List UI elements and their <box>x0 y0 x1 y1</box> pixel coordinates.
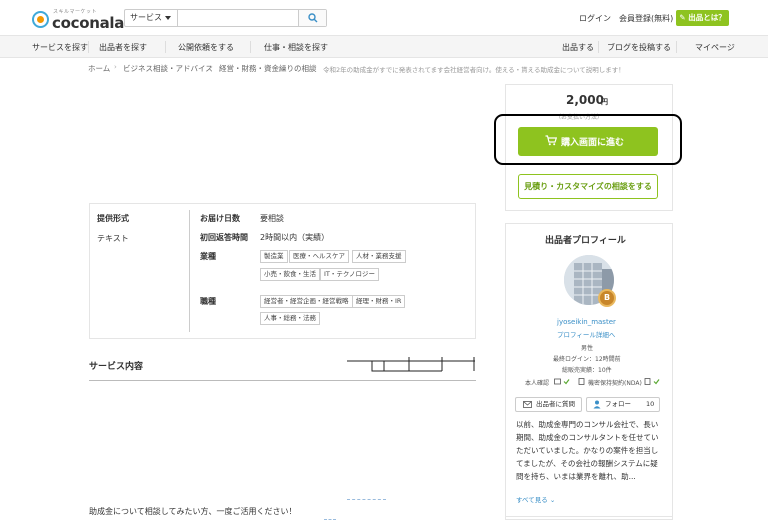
breadcrumb-current: 令和2年の助成金がすでに発表されてます会社経営者向け。使える・貰える助成金につい… <box>323 66 625 74</box>
register-link[interactable]: 会員登録(無料) <box>619 13 673 24</box>
identity-verified-label: 本人確認 <box>525 380 550 387</box>
image-fragment <box>347 496 386 500</box>
search-input[interactable] <box>179 10 299 26</box>
industry-tag[interactable]: 人材・業務支援 <box>352 250 406 263</box>
job-tag[interactable]: 経営者・経営企画・経営戦略 <box>260 295 353 308</box>
ask-seller-label: 出品者に質問 <box>536 400 575 408</box>
chevron-down-icon: ⌄ <box>549 496 556 504</box>
format-value: テキスト <box>97 234 129 243</box>
price-value: 2,000 <box>566 93 604 107</box>
profile-detail-link[interactable]: プロフィール詳細へ <box>557 329 615 339</box>
delivery-label: お届け日数 <box>200 214 240 223</box>
industry-tag[interactable]: 小売・飲食・生活 <box>260 268 320 281</box>
seller-last-login: 最終ログイン：12時間前 <box>553 356 621 363</box>
what-is-selling-label: 出品とは？ <box>688 13 726 22</box>
nav-divider <box>250 41 251 53</box>
search-icon <box>308 13 318 23</box>
job-tag[interactable]: 経理・財務・IR <box>352 295 406 308</box>
breadcrumb-subcategory[interactable]: 経営・財務・資金繰りの相談 <box>219 63 317 74</box>
see-all-label: すべて見る <box>516 496 548 504</box>
job-label: 職種 <box>200 297 216 306</box>
nav-divider <box>165 41 166 53</box>
profile-divider <box>505 516 673 517</box>
mail-icon <box>523 401 532 408</box>
nav-find-sellers[interactable]: 出品者を探す <box>99 42 147 53</box>
search-button[interactable] <box>298 10 326 26</box>
document-icon <box>644 378 651 385</box>
follow-label: フォロー <box>605 400 631 408</box>
nav-post-request[interactable]: 公開依頼をする <box>178 42 234 53</box>
nav-mypage[interactable]: マイページ <box>695 42 735 53</box>
nav-find-services[interactable]: サービスを探す <box>32 42 88 53</box>
nav-divider <box>598 41 599 53</box>
ask-seller-button[interactable]: 出品者に質問 <box>515 397 582 412</box>
nav-post-blog[interactable]: ブログを投稿する <box>607 42 671 53</box>
process-diagram-fragment <box>347 357 475 372</box>
seller-name-link[interactable]: jyoseikin_master <box>557 318 616 326</box>
search-bar: サービス <box>124 9 327 27</box>
follow-button[interactable]: フォロー 10 <box>586 397 660 412</box>
breadcrumb-home[interactable]: ホーム <box>88 63 110 74</box>
see-all-link[interactable]: すべて見る ⌄ <box>516 494 555 504</box>
chevron-right-icon: › <box>314 63 317 71</box>
response-value: 2時間以内（実績） <box>260 233 330 242</box>
nav-sell[interactable]: 出品する <box>562 42 594 53</box>
chevron-right-icon: › <box>210 63 213 71</box>
document-icon <box>578 378 585 385</box>
logo[interactable]: スキルマーケット coconala <box>32 6 124 32</box>
rank-badge: B <box>598 289 616 307</box>
service-title-divider <box>89 380 476 381</box>
search-category-label: サービス <box>130 13 162 22</box>
pencil-icon: ✎ <box>679 13 686 22</box>
job-tag[interactable]: 人事・総務・法務 <box>260 312 320 325</box>
industry-label: 業種 <box>200 252 216 261</box>
spec-divider <box>189 210 190 332</box>
search-category-select[interactable]: サービス <box>125 10 178 26</box>
delivery-value: 要相談 <box>260 214 284 223</box>
nav-divider <box>676 41 677 53</box>
nav-divider <box>88 41 89 53</box>
chevron-right-icon: › <box>114 63 117 71</box>
what-is-selling-button[interactable]: ✎ 出品とは？ <box>676 10 729 26</box>
seller-sales-count: 総販売実績：10件 <box>562 367 612 374</box>
login-link[interactable]: ログイン <box>579 13 611 24</box>
response-label: 初回返答時間 <box>200 233 248 242</box>
industry-tag[interactable]: 医療・ヘルスケア <box>289 250 349 263</box>
seller-gender: 男性 <box>581 345 594 352</box>
logo-mark-icon <box>32 11 49 28</box>
consult-button[interactable]: 見積り・カスタマイズの相談をする <box>518 174 658 199</box>
breadcrumb-category[interactable]: ビジネス相談・アドバイス <box>123 63 213 74</box>
price-unit: 円 <box>601 98 608 106</box>
id-card-icon <box>554 378 561 385</box>
industry-tag[interactable]: IT・テクノロジー <box>320 268 379 281</box>
profile-title: 出品者プロフィール <box>545 236 626 246</box>
nav-find-jobs[interactable]: 仕事・相談を探す <box>264 42 328 53</box>
format-label: 提供形式 <box>97 214 129 223</box>
check-icon <box>563 379 570 385</box>
service-content-title: サービス内容 <box>89 362 144 372</box>
user-plus-icon <box>593 400 601 409</box>
industry-tag[interactable]: 製造業 <box>260 250 288 263</box>
image-fragment <box>324 516 336 520</box>
follow-count: 10 <box>646 400 655 408</box>
highlight-annotation <box>494 114 682 165</box>
nda-label: 機密保持契約(NDA) <box>588 380 642 387</box>
seller-bio: 以前、助成金専門のコンサル会社で、長い期間、助成金のコンサルタントを任せていただ… <box>516 420 659 481</box>
global-nav: サービスを探す 出品者を探す 公開依頼をする 仕事・相談を探す 出品する ブログ… <box>0 36 768 58</box>
header-bar: スキルマーケット coconala サービス ログイン 会員登録(無料) ✎ 出… <box>0 0 768 36</box>
check-icon <box>653 379 660 385</box>
logo-text: coconala <box>52 14 125 32</box>
page-root: スキルマーケット coconala サービス ログイン 会員登録(無料) ✎ 出… <box>0 0 768 520</box>
caret-down-icon <box>165 16 171 20</box>
service-description: 助成金について相談してみたい方、一度ご活用ください！ <box>89 507 297 516</box>
